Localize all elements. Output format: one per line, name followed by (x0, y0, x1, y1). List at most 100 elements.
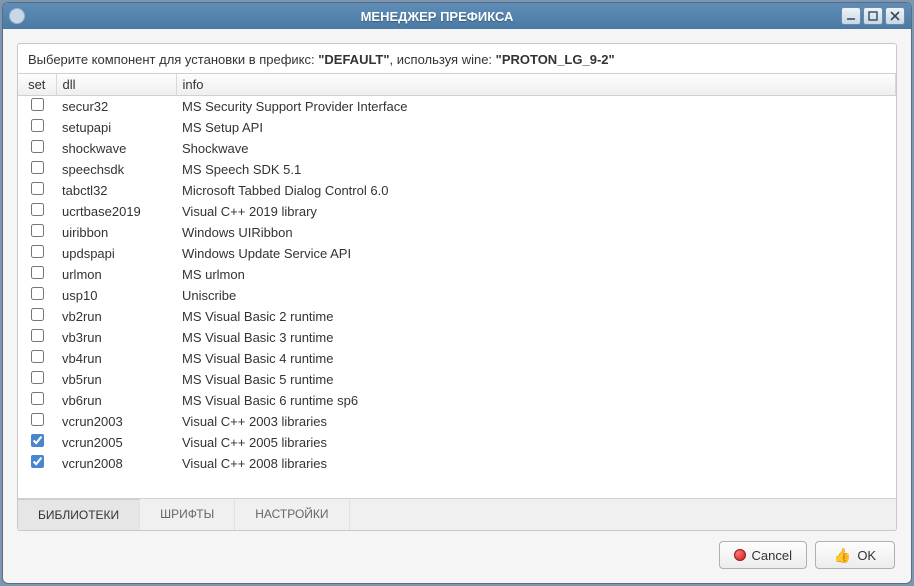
row-checkbox[interactable] (31, 140, 44, 153)
instruction-prefix: Выберите компонент для установки в префи… (28, 52, 318, 67)
row-info-cell: Visual C++ 2003 libraries (176, 411, 896, 432)
row-checkbox-cell (18, 159, 56, 180)
row-checkbox[interactable] (31, 371, 44, 384)
row-checkbox-cell (18, 180, 56, 201)
row-info-cell: Visual C++ 2005 libraries (176, 432, 896, 453)
row-checkbox-cell (18, 264, 56, 285)
row-checkbox[interactable] (31, 455, 44, 468)
row-dll-cell: vcrun2008 (56, 453, 176, 474)
row-dll-cell: urlmon (56, 264, 176, 285)
row-checkbox-cell (18, 201, 56, 222)
row-checkbox[interactable] (31, 98, 44, 111)
row-info-cell: MS Security Support Provider Interface (176, 96, 896, 117)
table-row[interactable]: vb3runMS Visual Basic 3 runtime (18, 327, 896, 348)
column-header-info[interactable]: info (176, 74, 896, 96)
row-info-cell: MS Visual Basic 5 runtime (176, 369, 896, 390)
table-row[interactable]: vb4runMS Visual Basic 4 runtime (18, 348, 896, 369)
maximize-button[interactable] (863, 7, 883, 25)
row-info-cell: Windows UIRibbon (176, 222, 896, 243)
table-row[interactable]: vb2runMS Visual Basic 2 runtime (18, 306, 896, 327)
table-row[interactable]: shockwaveShockwave (18, 138, 896, 159)
close-button[interactable] (885, 7, 905, 25)
titlebar[interactable]: МЕНЕДЖЕР ПРЕФИКСА (3, 3, 911, 29)
row-info-cell: Shockwave (176, 138, 896, 159)
cancel-icon (734, 549, 746, 561)
window-controls (841, 7, 905, 25)
minimize-button[interactable] (841, 7, 861, 25)
row-checkbox[interactable] (31, 392, 44, 405)
row-checkbox-cell (18, 369, 56, 390)
tab-libraries[interactable]: БИБЛИОТЕКИ (18, 499, 140, 530)
components-table-scroll[interactable]: set dll info secur32MS Security Support … (18, 73, 896, 499)
row-dll-cell: vcrun2003 (56, 411, 176, 432)
tab-fonts[interactable]: ШРИФТЫ (140, 499, 235, 530)
ok-label: OK (857, 548, 876, 563)
row-checkbox[interactable] (31, 119, 44, 132)
table-row[interactable]: usp10Uniscribe (18, 285, 896, 306)
tabs-row: БИБЛИОТЕКИ ШРИФТЫ НАСТРОЙКИ (18, 499, 896, 530)
main-panel: Выберите компонент для установки в префи… (17, 43, 897, 531)
row-checkbox[interactable] (31, 224, 44, 237)
table-row[interactable]: secur32MS Security Support Provider Inte… (18, 96, 896, 117)
row-checkbox-cell (18, 432, 56, 453)
row-checkbox[interactable] (31, 161, 44, 174)
row-checkbox-cell (18, 306, 56, 327)
row-dll-cell: tabctl32 (56, 180, 176, 201)
table-row[interactable]: ucrtbase2019Visual C++ 2019 library (18, 201, 896, 222)
row-info-cell: Microsoft Tabbed Dialog Control 6.0 (176, 180, 896, 201)
row-checkbox[interactable] (31, 182, 44, 195)
cancel-button[interactable]: Cancel (719, 541, 807, 569)
table-row[interactable]: updspapiWindows Update Service API (18, 243, 896, 264)
table-row[interactable]: vb6runMS Visual Basic 6 runtime sp6 (18, 390, 896, 411)
row-info-cell: Visual C++ 2019 library (176, 201, 896, 222)
row-info-cell: MS urlmon (176, 264, 896, 285)
row-info-cell: MS Visual Basic 6 runtime sp6 (176, 390, 896, 411)
client-area: Выберите компонент для установки в префи… (3, 29, 911, 583)
instruction-wine-value: "PROTON_LG_9-2" (496, 52, 615, 67)
row-checkbox[interactable] (31, 203, 44, 216)
row-checkbox-cell (18, 243, 56, 264)
row-checkbox[interactable] (31, 287, 44, 300)
table-row[interactable]: uiribbonWindows UIRibbon (18, 222, 896, 243)
row-checkbox-cell (18, 411, 56, 432)
row-dll-cell: vb6run (56, 390, 176, 411)
row-dll-cell: secur32 (56, 96, 176, 117)
column-header-dll[interactable]: dll (56, 74, 176, 96)
table-row[interactable]: urlmonMS urlmon (18, 264, 896, 285)
table-row[interactable]: vcrun2005Visual C++ 2005 libraries (18, 432, 896, 453)
row-dll-cell: updspapi (56, 243, 176, 264)
ok-button[interactable]: 👍 OK (815, 541, 895, 569)
column-header-set[interactable]: set (18, 74, 56, 96)
row-checkbox-cell (18, 117, 56, 138)
row-checkbox[interactable] (31, 413, 44, 426)
row-checkbox[interactable] (31, 245, 44, 258)
row-checkbox[interactable] (31, 350, 44, 363)
row-info-cell: Windows Update Service API (176, 243, 896, 264)
close-icon (890, 11, 900, 21)
table-row[interactable]: speechsdkMS Speech SDK 5.1 (18, 159, 896, 180)
ok-icon: 👍 (834, 548, 851, 562)
table-row[interactable]: vcrun2008Visual C++ 2008 libraries (18, 453, 896, 474)
dialog-buttons: Cancel 👍 OK (17, 531, 897, 569)
row-info-cell: MS Visual Basic 4 runtime (176, 348, 896, 369)
row-checkbox[interactable] (31, 308, 44, 321)
row-dll-cell: shockwave (56, 138, 176, 159)
window-title: МЕНЕДЖЕР ПРЕФИКСА (33, 9, 841, 24)
row-checkbox-cell (18, 222, 56, 243)
row-checkbox-cell (18, 453, 56, 474)
prefix-manager-window: МЕНЕДЖЕР ПРЕФИКСА Выберите компонент для… (2, 2, 912, 584)
row-checkbox[interactable] (31, 434, 44, 447)
row-dll-cell: setupapi (56, 117, 176, 138)
table-row[interactable]: vb5runMS Visual Basic 5 runtime (18, 369, 896, 390)
table-row[interactable]: setupapiMS Setup API (18, 117, 896, 138)
row-checkbox[interactable] (31, 329, 44, 342)
row-checkbox-cell (18, 327, 56, 348)
table-row[interactable]: vcrun2003Visual C++ 2003 libraries (18, 411, 896, 432)
row-dll-cell: vcrun2005 (56, 432, 176, 453)
table-row[interactable]: tabctl32Microsoft Tabbed Dialog Control … (18, 180, 896, 201)
row-checkbox[interactable] (31, 266, 44, 279)
row-checkbox-cell (18, 390, 56, 411)
instruction-mid: , используя wine: (390, 52, 496, 67)
tab-settings[interactable]: НАСТРОЙКИ (235, 499, 349, 530)
row-dll-cell: usp10 (56, 285, 176, 306)
